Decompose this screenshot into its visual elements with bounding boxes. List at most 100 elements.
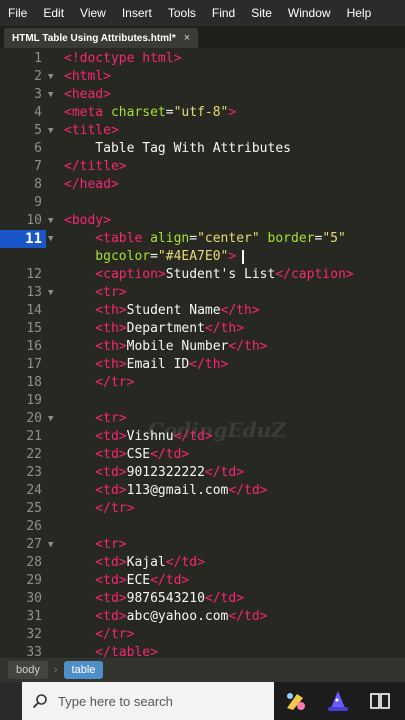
- code-line[interactable]: 4 <meta charset="utf-8">: [0, 104, 405, 122]
- code-token: </td>: [228, 483, 268, 498]
- code-line[interactable]: 8 </head>: [0, 176, 405, 194]
- code-token: </caption>: [275, 267, 354, 282]
- code-line[interactable]: 32 </tr>: [0, 626, 405, 644]
- code-line[interactable]: 31 <td>abc@yahoo.com</td>: [0, 608, 405, 626]
- code-text: </tr>: [64, 500, 134, 518]
- code-line[interactable]: 1 <!doctype html>: [0, 50, 405, 68]
- menu-item-view[interactable]: View: [72, 6, 114, 20]
- code-text: <th>Email ID</th>: [64, 356, 228, 374]
- code-line[interactable]: 27 ▼ <tr>: [0, 536, 405, 554]
- breadcrumb-body[interactable]: body: [8, 661, 48, 679]
- start-button[interactable]: [0, 682, 22, 720]
- code-line[interactable]: 17 <th>Email ID</th>: [0, 356, 405, 374]
- code-token: <head>: [64, 87, 111, 102]
- code-line[interactable]: 16 <th>Mobile Number</th>: [0, 338, 405, 356]
- code-token: <th>: [64, 357, 127, 372]
- code-token: <td>: [64, 429, 127, 444]
- code-editor[interactable]: CodingEduZ 1 <!doctype html> 2 ▼ <html> 3 ▼ <he…: [0, 48, 405, 658]
- menu-item-tools[interactable]: Tools: [160, 6, 204, 20]
- fold-arrow-icon[interactable]: ▼: [48, 122, 58, 140]
- code-token: =: [150, 249, 158, 264]
- fold-arrow-icon[interactable]: ▼: [48, 212, 58, 230]
- code-token: </tr>: [64, 501, 135, 516]
- code-token: <td>: [64, 465, 127, 480]
- code-text: </tr>: [64, 626, 134, 644]
- code-line[interactable]: 30 <td>9876543210</td>: [0, 590, 405, 608]
- code-line[interactable]: 25 </tr>: [0, 500, 405, 518]
- code-line[interactable]: 21 <td>Vishnu</td>: [0, 428, 405, 446]
- code-line[interactable]: 26: [0, 518, 405, 536]
- code-line[interactable]: 22 <td>CSE</td>: [0, 446, 405, 464]
- code-line[interactable]: 13 ▼ <tr>: [0, 284, 405, 302]
- code-line[interactable]: 18 </tr>: [0, 374, 405, 392]
- paint-app-icon[interactable]: [282, 687, 310, 715]
- menu-item-insert[interactable]: Insert: [114, 6, 160, 20]
- menu-item-help[interactable]: Help: [339, 6, 380, 20]
- code-token: <td>: [64, 555, 127, 570]
- code-text: <td>9012322222</td>: [64, 464, 244, 482]
- windows-taskbar: Type here to search: [0, 682, 405, 720]
- line-number: 19: [26, 393, 42, 408]
- code-token: <td>: [64, 573, 127, 588]
- task-view-icon[interactable]: [366, 687, 394, 715]
- menu-item-window[interactable]: Window: [280, 6, 339, 20]
- fold-arrow-icon[interactable]: ▼: [48, 68, 58, 86]
- code-token: </th>: [228, 339, 268, 354]
- code-token: </th>: [189, 357, 229, 372]
- tab-html-file[interactable]: HTML Table Using Attributes.html* ×: [4, 28, 199, 48]
- code-line[interactable]: 12 <caption>Student's List</caption>: [0, 266, 405, 284]
- code-token: align: [150, 231, 190, 246]
- fold-arrow-icon[interactable]: ▼: [48, 410, 58, 428]
- code-token: <th>: [64, 303, 127, 318]
- code-line[interactable]: 15 <th>Department</th>: [0, 320, 405, 338]
- tab-label: HTML Table Using Attributes.html*: [12, 32, 176, 44]
- code-text: <head>: [64, 86, 111, 104]
- close-icon[interactable]: ×: [184, 32, 190, 44]
- menu-item-site[interactable]: Site: [243, 6, 280, 20]
- line-number: 22: [26, 447, 42, 462]
- code-token: </td>: [228, 609, 268, 624]
- fold-arrow-icon[interactable]: ▼: [48, 230, 58, 248]
- code-text: </title>: [64, 158, 127, 176]
- code-line[interactable]: 29 <td>ECE</td>: [0, 572, 405, 590]
- menu-item-find[interactable]: Find: [204, 6, 243, 20]
- code-line[interactable]: 2 ▼ <html>: [0, 68, 405, 86]
- code-text: <!doctype html>: [64, 50, 181, 68]
- code-line[interactable]: 20 ▼ <tr>: [0, 410, 405, 428]
- code-token: </tr>: [64, 627, 135, 642]
- fold-arrow-icon[interactable]: ▼: [48, 536, 58, 554]
- taskbar-search-box[interactable]: Type here to search: [22, 682, 274, 720]
- code-line[interactable]: 23 <td>9012322222</td>: [0, 464, 405, 482]
- code-text: </table>: [64, 644, 158, 658]
- code-token: </head>: [64, 177, 119, 192]
- code-line[interactable]: 9: [0, 194, 405, 212]
- line-number: 2: [34, 69, 42, 84]
- code-token: "5": [322, 231, 346, 246]
- code-line[interactable]: bgcolor="#4EA7E0">: [0, 248, 405, 266]
- code-line[interactable]: 10 ▼ <body>: [0, 212, 405, 230]
- code-line[interactable]: 6 Table Tag With Attributes: [0, 140, 405, 158]
- fold-arrow-icon[interactable]: ▼: [48, 284, 58, 302]
- code-line[interactable]: 28 <td>Kajal</td>: [0, 554, 405, 572]
- code-line[interactable]: 5 ▼ <title>: [0, 122, 405, 140]
- code-line[interactable]: 19: [0, 392, 405, 410]
- code-token: <html>: [64, 69, 111, 84]
- menu-item-edit[interactable]: Edit: [35, 6, 72, 20]
- menu-item-file[interactable]: File: [0, 6, 35, 20]
- code-line[interactable]: 3 ▼ <head>: [0, 86, 405, 104]
- code-token: </td>: [204, 591, 245, 606]
- wizard-hat-icon[interactable]: [324, 687, 352, 715]
- fold-arrow-icon[interactable]: ▼: [48, 86, 58, 104]
- code-line[interactable]: 33 </table>: [0, 644, 405, 658]
- code-token: </td>: [150, 447, 190, 462]
- code-token: "#4EA7E0": [157, 249, 229, 264]
- code-token: Table Tag With Attributes: [64, 141, 291, 156]
- code-text: Table Tag With Attributes: [64, 140, 291, 158]
- breadcrumb-table[interactable]: table: [63, 661, 104, 679]
- code-line[interactable]: 11 ▼ <table align="center" border="5": [0, 230, 405, 248]
- code-token: "utf-8": [173, 105, 229, 120]
- code-line[interactable]: 24 <td>113@gmail.com</td>: [0, 482, 405, 500]
- line-number: 28: [26, 555, 42, 570]
- code-line[interactable]: 7 </title>: [0, 158, 405, 176]
- code-line[interactable]: 14 <th>Student Name</th>: [0, 302, 405, 320]
